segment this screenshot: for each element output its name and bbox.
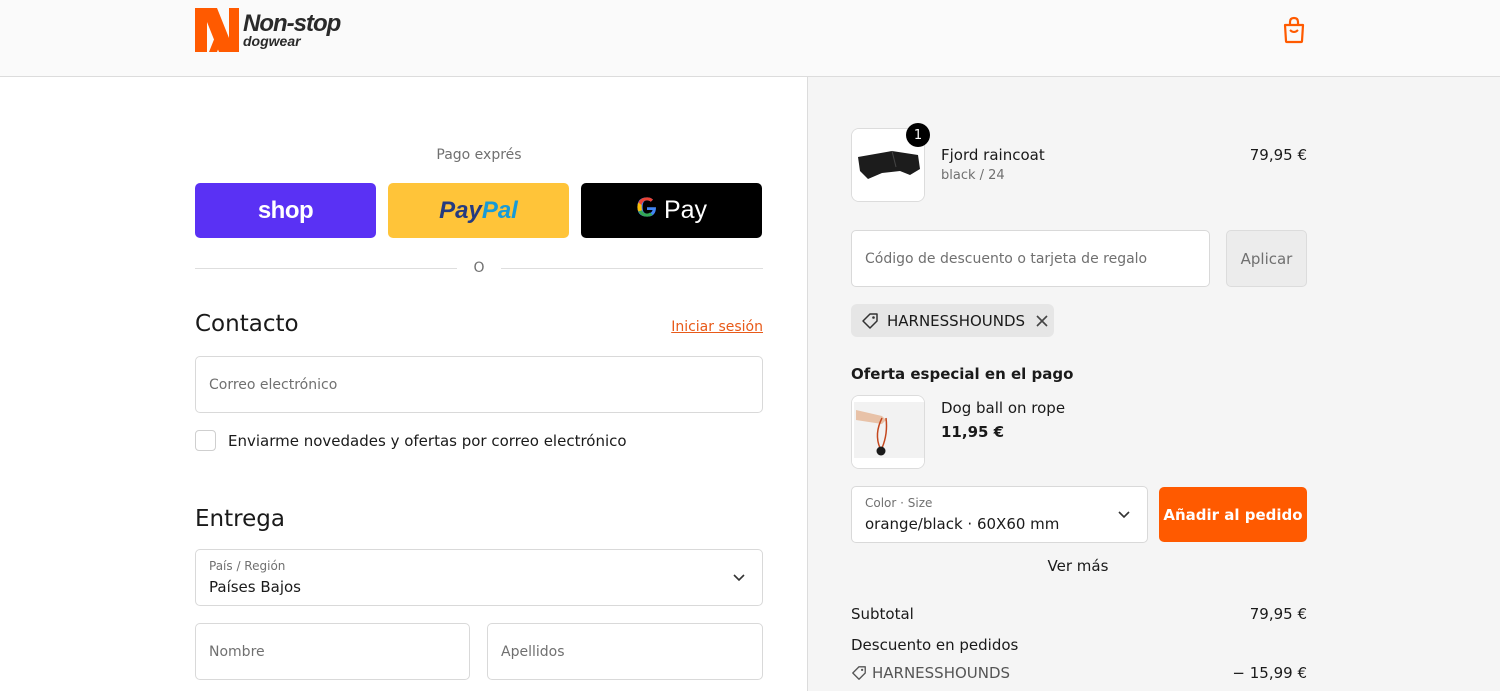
subtotal-value: 79,95 € <box>1249 605 1307 623</box>
delivery-title: Entrega <box>195 506 285 532</box>
paypal-label-pay: Pay <box>439 196 482 224</box>
express-checkout-label: Pago exprés <box>436 147 522 163</box>
product-price: 79,95 € <box>1249 146 1307 164</box>
chevron-down-icon <box>733 574 745 582</box>
contact-title: Contacto <box>195 311 299 337</box>
discount-label: Descuento en pedidos <box>851 636 1019 654</box>
discount-value: − 15,99 € <box>1232 664 1307 682</box>
header: Non-stop dogwear <box>0 0 1500 77</box>
paypal-label-pal: Pal <box>481 196 518 224</box>
offer-variant-select[interactable]: Color · Size orange/black · 60X60 mm <box>851 486 1148 543</box>
chevron-down-icon <box>1118 511 1130 519</box>
last-name-field[interactable]: Apellidos <box>487 623 763 680</box>
country-value: Países Bajos <box>209 578 301 596</box>
offer-variant-value: orange/black · 60X60 mm <box>865 515 1060 533</box>
brand-logo[interactable]: Non-stop dogwear <box>195 8 341 52</box>
tag-icon <box>852 666 866 680</box>
newsletter-label: Enviarme novedades y ofertas por correo … <box>228 432 627 450</box>
divider-text: O <box>473 260 485 276</box>
checkout-form: Pago exprés shop Pay Pal Pay O Contacto I… <box>0 77 807 691</box>
shop-pay-label: shop <box>257 196 314 224</box>
remove-discount-icon[interactable] <box>1035 314 1049 328</box>
logo-mark-icon <box>195 8 239 52</box>
shop-pay-button[interactable]: shop <box>195 183 376 238</box>
applied-discount-tag: HARNESSHOUNDS <box>851 304 1054 337</box>
logo-text: Non-stop dogwear <box>243 12 341 49</box>
apply-discount-button[interactable]: Aplicar <box>1226 230 1307 287</box>
shopping-bag-icon[interactable] <box>1281 16 1307 44</box>
newsletter-checkbox[interactable] <box>195 430 216 451</box>
subtotal-label: Subtotal <box>851 605 914 623</box>
email-placeholder: Correo electrónico <box>209 376 338 393</box>
discount-code-summary: HARNESSHOUNDS <box>872 664 1011 682</box>
offer-variant-label: Color · Size <box>865 496 933 510</box>
divider-line-right <box>501 268 763 269</box>
email-field[interactable]: Correo electrónico <box>195 356 763 413</box>
discount-code-row: HARNESSHOUNDS <box>851 664 1010 682</box>
google-pay-button[interactable]: Pay <box>581 183 762 238</box>
product-variant: black / 24 <box>941 168 1005 183</box>
google-logo-icon <box>637 197 656 217</box>
offer-product-name: Dog ball on rope <box>941 399 1066 417</box>
first-name-field[interactable]: Nombre <box>195 623 470 680</box>
applied-discount-code: HARNESSHOUNDS <box>887 311 1026 330</box>
login-link[interactable]: Iniciar sesión <box>660 319 763 335</box>
divider-line-left <box>195 268 457 269</box>
discount-code-field[interactable]: Código de descuento o tarjeta de regalo <box>851 230 1210 287</box>
country-label: País / Región <box>209 559 286 573</box>
google-pay-label: Pay <box>663 196 708 224</box>
dog-ball-image <box>852 396 924 468</box>
google-g-icon <box>636 196 658 225</box>
special-offer-title: Oferta especial en el pago <box>851 365 1074 383</box>
product-name: Fjord raincoat <box>941 146 1045 164</box>
quantity-badge: 1 <box>906 123 930 147</box>
discount-code-placeholder: Código de descuento o tarjeta de regalo <box>865 250 1148 267</box>
country-select[interactable]: País / Región Países Bajos <box>195 549 763 606</box>
tag-icon <box>862 312 878 329</box>
first-name-placeholder: Nombre <box>209 643 265 660</box>
paypal-button[interactable]: Pay Pal <box>388 183 569 238</box>
see-more-link[interactable]: Ver más <box>1040 557 1116 575</box>
last-name-placeholder: Apellidos <box>501 643 565 660</box>
offer-product-price: 11,95 € <box>941 423 1005 441</box>
add-to-order-button[interactable]: Añadir al pedido <box>1159 487 1307 542</box>
offer-thumbnail <box>851 395 925 469</box>
